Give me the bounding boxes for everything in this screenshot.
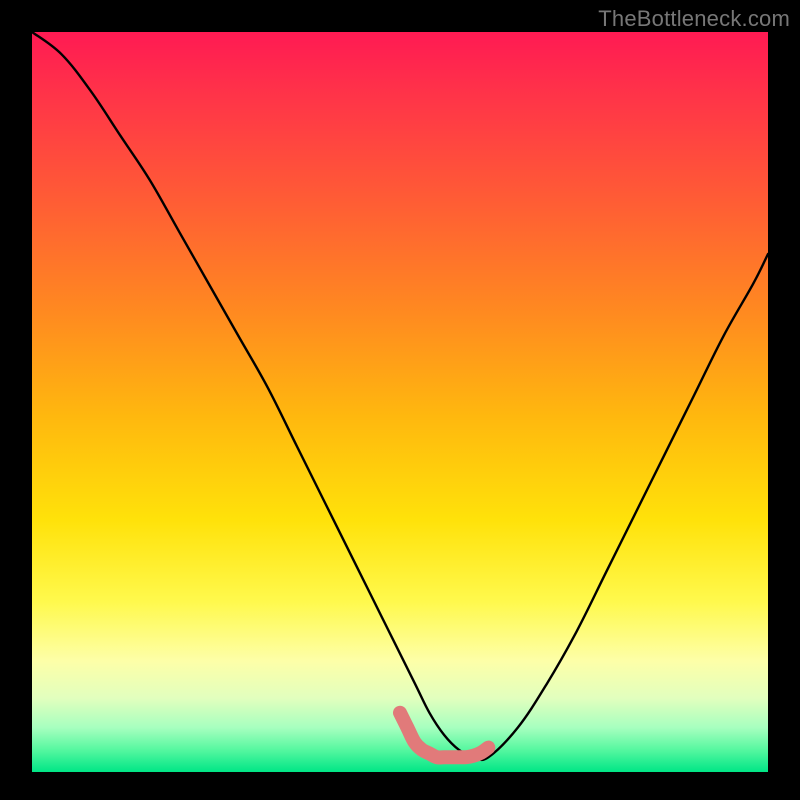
curve-layer: [32, 32, 768, 772]
plot-area: [32, 32, 768, 772]
bottleneck-curve: [32, 32, 768, 760]
chart-frame: TheBottleneck.com: [0, 0, 800, 800]
accent-segment: [400, 713, 488, 758]
watermark-text: TheBottleneck.com: [598, 6, 790, 32]
